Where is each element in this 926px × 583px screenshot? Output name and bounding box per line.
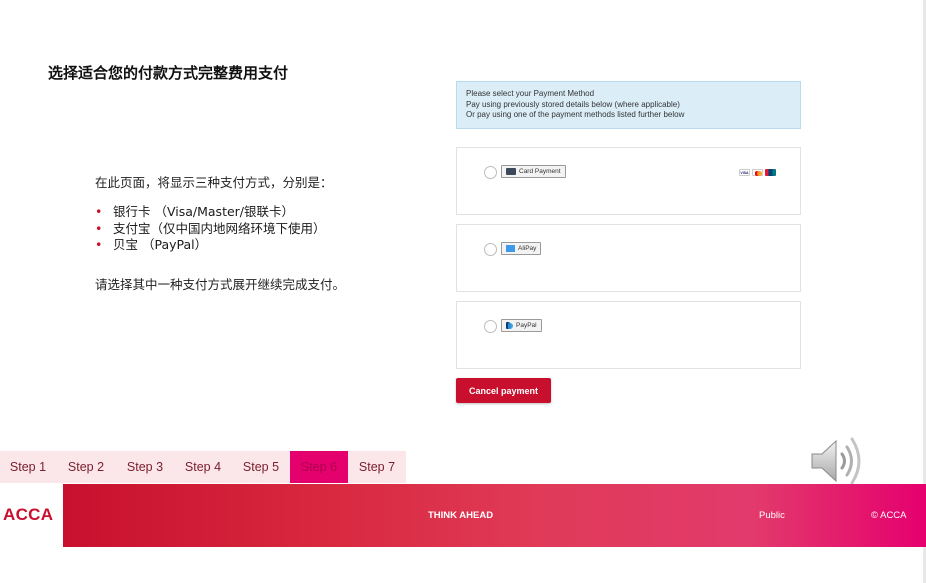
intro-text: 在此页面，将显示三种支付方式，分别是： — [95, 175, 333, 190]
alipay-button[interactable]: AliPay — [501, 242, 542, 255]
footer-band — [63, 484, 926, 547]
alipay-icon — [506, 245, 515, 252]
info-line: Please select your Payment Method — [466, 89, 595, 98]
method-label: AliPay — [518, 245, 537, 252]
tab-step-3[interactable]: Step 3 — [116, 451, 174, 483]
tab-step-5[interactable]: Step 5 — [232, 451, 290, 483]
paypal-icon — [506, 321, 513, 330]
acca-logo: ACCA — [0, 484, 63, 546]
payment-methods-list: 银行卡 （Visa/Master/银联卡） 支付宝（仅中国内地网络环境下使用） … — [95, 204, 326, 254]
footer-tagline: THINK AHEAD — [428, 510, 494, 521]
cancel-payment-button[interactable]: Cancel payment — [456, 378, 551, 403]
paypal-radio[interactable] — [484, 320, 497, 333]
card-brand-logos: VISA — [739, 169, 776, 176]
speaker-icon[interactable] — [808, 432, 872, 490]
visa-icon: VISA — [739, 169, 750, 176]
tab-step-2[interactable]: Step 2 — [56, 451, 116, 483]
unionpay-icon — [765, 169, 776, 176]
tab-step-4[interactable]: Step 4 — [174, 451, 232, 483]
card-payment-button[interactable]: Card Payment — [501, 165, 566, 178]
logo-text: ACCA — [3, 505, 54, 524]
card-icon — [506, 168, 516, 175]
steps-nav: Step 1 Step 2 Step 3 Step 4 Step 5 Step … — [0, 451, 406, 483]
tab-step-7[interactable]: Step 7 — [348, 451, 406, 483]
card-payment-radio[interactable] — [484, 166, 497, 179]
payment-option-paypal[interactable]: PayPal — [456, 301, 801, 369]
list-item: 贝宝 （PayPal） — [95, 237, 326, 254]
footer-copyright: © ACCA — [871, 510, 907, 521]
slide-title: 选择适合您的付款方式完整费用支付 — [48, 64, 289, 82]
list-item: 支付宝（仅中国内地网络环境下使用） — [95, 221, 326, 238]
payment-info-box: Please select your Payment Method Pay us… — [456, 81, 801, 129]
alipay-radio[interactable] — [484, 243, 497, 256]
footer-classification: Public — [759, 510, 785, 521]
mastercard-icon — [752, 169, 763, 176]
tab-step-1[interactable]: Step 1 — [0, 451, 56, 483]
method-label: PayPal — [516, 322, 537, 329]
info-line: Or pay using one of the payment methods … — [466, 110, 685, 119]
paypal-button[interactable]: PayPal — [501, 319, 542, 332]
payment-option-alipay[interactable]: AliPay — [456, 224, 801, 292]
method-label: Card Payment — [519, 168, 561, 175]
info-line: Pay using previously stored details belo… — [466, 99, 680, 109]
list-item: 银行卡 （Visa/Master/银联卡） — [95, 204, 326, 221]
tab-step-6[interactable]: Step 6 — [290, 451, 348, 483]
payment-option-card[interactable]: Card Payment VISA — [456, 147, 801, 215]
instruction-text: 请选择其中一种支付方式展开继续完成支付。 — [95, 277, 346, 292]
